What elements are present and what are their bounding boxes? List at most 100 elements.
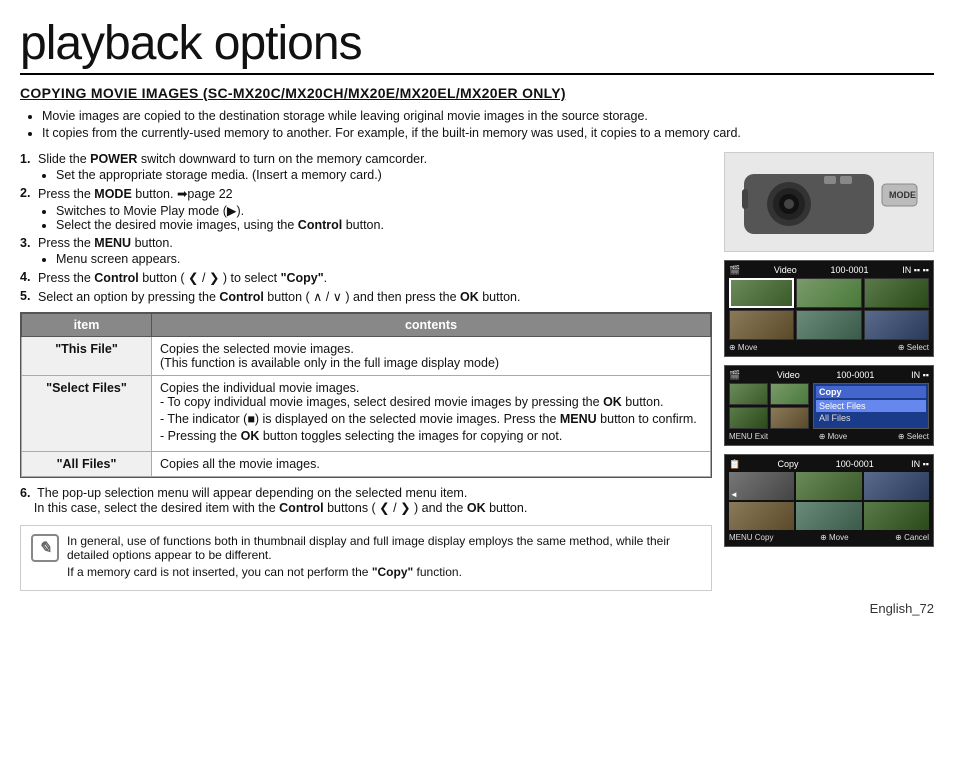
screen-panel-2: 🎬 Video 100-0001 IN ▪▪ Copy Select Files…: [724, 365, 934, 446]
screen-top-bar-3: 📋 Copy 100-0001 IN ▪▪: [729, 459, 929, 470]
table-row-select-files: "Select Files" Copies the individual mov…: [22, 375, 711, 451]
step-2-text: Press the MODE button. ➡page 22 Switches…: [38, 186, 384, 232]
screen2-content: Copy Select Files All Files: [729, 383, 929, 429]
steps-list: 1. Slide the POWER switch downward to tu…: [20, 152, 712, 304]
step-5: 5. Select an option by pressing the Cont…: [20, 289, 712, 304]
step-5-text: Select an option by pressing the Control…: [38, 289, 520, 304]
step-4-text: Press the Control button ( ❮ / ❯ ) to se…: [38, 270, 327, 285]
right-column: MODE 🎬 Video 100-0001 IN ▪▪ ▪▪: [724, 152, 934, 591]
item-select-files: "Select Files": [22, 375, 152, 451]
note-box: ✎ In general, use of functions both in t…: [20, 525, 712, 591]
s2-t4: [770, 407, 809, 429]
s2-t3: [729, 407, 768, 429]
svg-text:MODE: MODE: [889, 190, 916, 200]
camera-svg: MODE: [734, 154, 924, 249]
copy-t3: [864, 472, 929, 500]
select-files-dash-3: Pressing the OK button toggles selecting…: [160, 429, 702, 443]
copy-t6: [864, 502, 929, 530]
screen1-grid: [729, 278, 929, 340]
item-all-files: "All Files": [22, 451, 152, 476]
copy-t4: [729, 502, 794, 530]
screen2-move: ⊕ Move: [819, 432, 848, 441]
screen2-counter: 100-0001: [836, 370, 874, 380]
screen2-icons: IN ▪▪: [911, 370, 929, 380]
note-1: In general, use of functions both in thu…: [67, 534, 701, 562]
thumb-1: [729, 278, 794, 308]
screen2-all-files: All Files: [816, 412, 926, 424]
screen1-counter: 100-0001: [830, 265, 868, 275]
screen-panel-1: 🎬 Video 100-0001 IN ▪▪ ▪▪ ⊕ Move ⊕ Selec…: [724, 260, 934, 357]
table-row-all-files: "All Files" Copies all the movie images.: [22, 451, 711, 476]
step-num-1: 1.: [20, 152, 38, 182]
screen2-select: ⊕ Select: [898, 432, 929, 441]
step-2: 2. Press the MODE button. ➡page 22 Switc…: [20, 186, 712, 232]
screen3-title: Copy: [777, 459, 798, 469]
screen2-select-files: Select Files: [816, 400, 926, 412]
step-1-sub-1: Set the appropriate storage media. (Inse…: [56, 168, 427, 182]
options-table: item contents "This File" Copies the sel…: [21, 313, 711, 477]
s2-t1: [729, 383, 768, 405]
screen2-icon: 🎬: [729, 370, 740, 381]
thumb-5: [796, 310, 861, 340]
step-1-text: Slide the POWER switch downward to turn …: [38, 152, 427, 182]
screen3-counter: 100-0001: [836, 459, 874, 469]
item-this-file: "This File": [22, 336, 152, 375]
intro-bullets: Movie images are copied to the destinati…: [20, 109, 934, 140]
screen2-exit: MENU Exit: [729, 432, 768, 441]
thumb-3: [864, 278, 929, 308]
screen3-grid: ◄: [729, 472, 929, 530]
camera-image: MODE: [724, 152, 934, 252]
screen-top-bar-1: 🎬 Video 100-0001 IN ▪▪ ▪▪: [729, 265, 929, 276]
step-num-2: 2.: [20, 186, 38, 232]
screen-panel-3: 📋 Copy 100-0001 IN ▪▪ ◄ MENU Copy ⊕ Move…: [724, 454, 934, 547]
options-table-container: item contents "This File" Copies the sel…: [20, 312, 712, 478]
content-this-file: Copies the selected movie images. (This …: [152, 336, 711, 375]
page-title: playback options: [20, 18, 934, 75]
thumb-2: [796, 278, 861, 308]
s2-t2: [770, 383, 809, 405]
screen3-icon: 📋: [729, 459, 740, 470]
screen3-icons: IN ▪▪: [911, 459, 929, 469]
screen1-bottom: ⊕ Move ⊕ Select: [729, 343, 929, 352]
copy-t5: [796, 502, 861, 530]
section-heading: COPYING MOVIE IMAGES (SC-MX20C/MX20CH/MX…: [20, 85, 934, 101]
step-2-sub-1: Switches to Movie Play mode (▶).: [56, 203, 384, 218]
screen1-icon: 🎬: [729, 265, 740, 276]
select-files-dash-2: The indicator (■) is displayed on the se…: [160, 412, 702, 426]
col-header-item: item: [22, 313, 152, 336]
footer-text: English_72: [870, 601, 934, 616]
step-2-sub-2: Select the desired movie images, using t…: [56, 218, 384, 232]
note-icon: ✎: [31, 534, 59, 562]
bullet-1: Movie images are copied to the destinati…: [42, 109, 934, 123]
screen3-copy: MENU Copy: [729, 533, 773, 542]
step-num-5: 5.: [20, 289, 38, 304]
screen2-bottom: MENU Exit ⊕ Move ⊕ Select: [729, 432, 929, 441]
page-footer: English_72: [20, 601, 934, 616]
copy-arrow-icon: ◄: [730, 490, 738, 499]
bullet-2: It copies from the currently-used memory…: [42, 126, 934, 140]
screen2-menu: Copy Select Files All Files: [813, 383, 929, 429]
step-6-text: 6. The pop-up selection menu will appear…: [20, 486, 712, 515]
select-files-dash-1: To copy individual movie images, select …: [160, 395, 702, 409]
screen-top-bar-2: 🎬 Video 100-0001 IN ▪▪: [729, 370, 929, 381]
screen2-thumbs: [729, 383, 809, 429]
content-select-files: Copies the individual movie images. To c…: [152, 375, 711, 451]
main-content: 1. Slide the POWER switch downward to tu…: [20, 152, 934, 591]
left-column: 1. Slide the POWER switch downward to tu…: [20, 152, 712, 591]
step-1: 1. Slide the POWER switch downward to tu…: [20, 152, 712, 182]
screen1-title: Video: [774, 265, 797, 275]
step-4: 4. Press the Control button ( ❮ / ❯ ) to…: [20, 270, 712, 285]
screen3-cancel: ⊕ Cancel: [895, 533, 929, 542]
screen2-copy-title: Copy: [816, 386, 926, 398]
table-row-this-file: "This File" Copies the selected movie im…: [22, 336, 711, 375]
note-2: If a memory card is not inserted, you ca…: [67, 565, 701, 579]
screen1-select: ⊕ Select: [898, 343, 929, 352]
screen1-icons: IN ▪▪ ▪▪: [902, 265, 929, 275]
step-num-4: 4.: [20, 270, 38, 285]
step-3-text: Press the MENU button. Menu screen appea…: [38, 236, 180, 266]
col-header-contents: contents: [152, 313, 711, 336]
screen1-move: ⊕ Move: [729, 343, 758, 352]
copy-t2: [796, 472, 861, 500]
screen3-bottom: MENU Copy ⊕ Move ⊕ Cancel: [729, 533, 929, 542]
step-3-sub-1: Menu screen appears.: [56, 252, 180, 266]
